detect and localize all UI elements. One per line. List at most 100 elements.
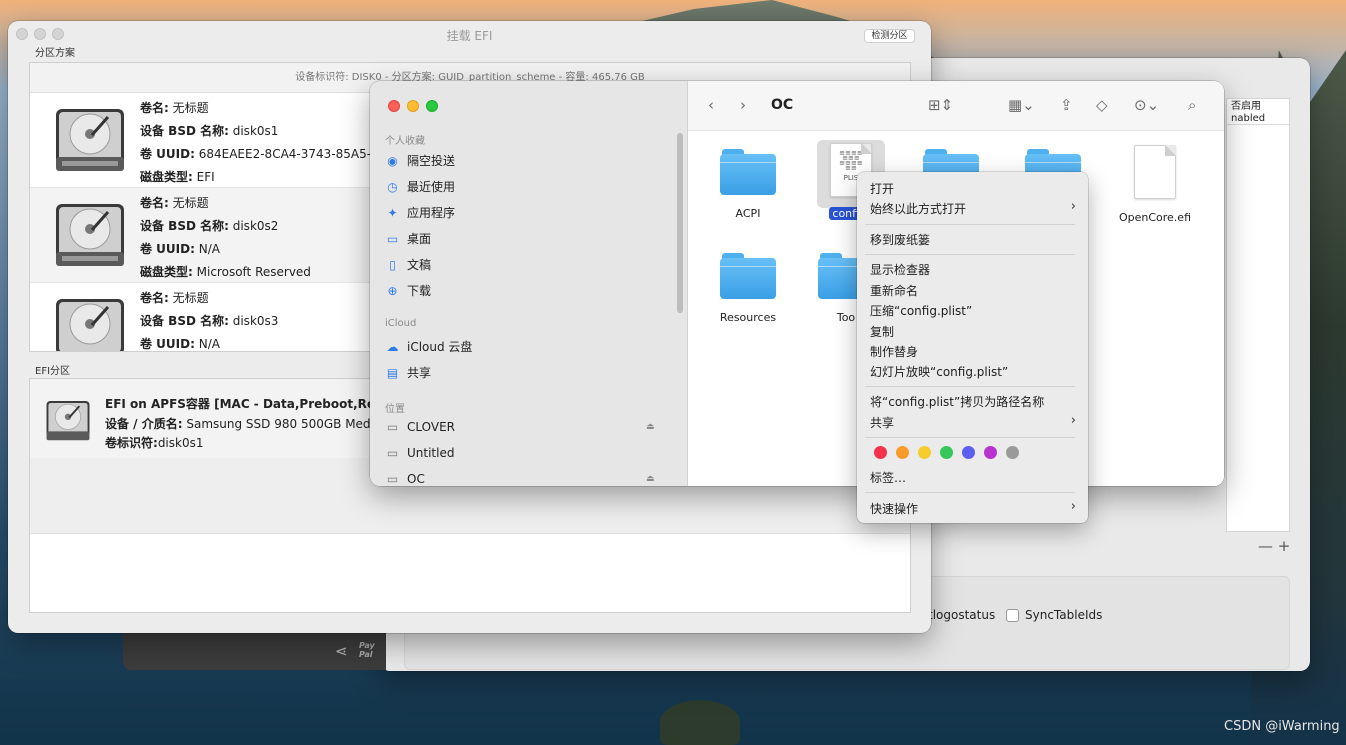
sidebar-item-downloads[interactable]: ⊕ 下载 [385, 282, 431, 299]
option-synctableids-label: SyncTableIds [1025, 608, 1103, 622]
file-item-acpi[interactable]: ACPI [705, 149, 791, 220]
menu-item-label: 始终以此方式打开 [870, 202, 967, 216]
menu-item-open-with[interactable]: 始终以此方式打开 › [870, 199, 1076, 217]
menu-item-open[interactable]: 打开 [870, 180, 1076, 197]
menu-item-show-inspector[interactable]: 显示检查器 [870, 261, 930, 278]
menu-item-quick-actions[interactable]: 快速操作 › [870, 499, 1076, 517]
column-header-enabled: 否启用 [1231, 101, 1261, 112]
sidebar-item-icloud-drive[interactable]: ☁ iCloud 云盘 [385, 338, 473, 355]
tag-color-red[interactable] [874, 446, 887, 459]
share-icon[interactable]: ⇪ [1060, 96, 1073, 114]
volume-uuid: N/A [198, 337, 220, 351]
minimize-button[interactable] [407, 100, 419, 112]
group-icon[interactable]: ▦⌄ [1008, 96, 1035, 114]
folder-icon [720, 253, 776, 299]
folder-icon [720, 149, 776, 195]
menu-separator [865, 254, 1075, 255]
menu-item-tags[interactable]: 标签… [870, 469, 906, 486]
sidebar-item-label: OC [407, 472, 425, 486]
window-title: 挂载 EFI [446, 29, 493, 43]
volume-uuid: 684EAEE2-8CA4-3743-85A5-4 [198, 147, 379, 161]
paypal-icon[interactable]: Pay Pal [359, 641, 375, 659]
menu-item-label: 将“config.plist”拷贝为路径名称 [870, 395, 1045, 409]
clock-icon: ◷ [387, 179, 398, 194]
sidebar-item-applications[interactable]: ✦ 应用程序 [385, 204, 455, 221]
sidebar-item-recents[interactable]: ◷ 最近使用 [385, 178, 455, 195]
sidebar-scrollbar[interactable] [677, 133, 683, 313]
locations-header: 位置 [385, 404, 405, 415]
tag-color-gray[interactable] [1006, 446, 1019, 459]
tag-icon[interactable]: ◇ [1096, 96, 1108, 114]
menu-item-label: 显示检查器 [870, 263, 931, 277]
sidebar-item-shared[interactable]: ▤ 共享 [385, 364, 431, 381]
eject-icon[interactable]: ⏏ [646, 422, 655, 432]
tag-color-orange[interactable] [896, 446, 909, 459]
sidebar-item-clover[interactable]: ▭ CLOVER [385, 420, 455, 434]
menu-item-label: 幻灯片放映“config.plist” [870, 365, 1009, 379]
forward-icon[interactable]: › [740, 96, 746, 114]
type-label: 磁盘类型: [140, 265, 193, 279]
paypal-line2: Pal [359, 650, 373, 659]
hard-drive-icon [56, 299, 124, 351]
media-label: 设备 / 介质名: [105, 417, 183, 431]
menu-item-move-to-trash[interactable]: 移到废纸篓 [870, 231, 930, 248]
sidebar-item-label: 下载 [407, 284, 432, 298]
chevron-right-icon: › [1070, 413, 1076, 428]
cloud-icon: ☁ [386, 339, 399, 354]
menu-item-duplicate[interactable]: 复制 [870, 323, 894, 340]
add-remove-buttons[interactable]: — + [1258, 537, 1290, 555]
view-grid-icon[interactable]: ⊞⇕ [928, 96, 953, 114]
menu-item-label: 重新命名 [870, 284, 919, 298]
desktop-icon: ▭ [386, 231, 399, 246]
file-item-opencore-efi[interactable]: OpenCore.efi [1112, 145, 1198, 224]
close-button[interactable] [388, 100, 400, 112]
bsd-label: 设备 BSD 名称: [140, 219, 229, 233]
menu-item-label: 标签… [870, 471, 907, 485]
tag-color-green[interactable] [940, 446, 953, 459]
airdrop-icon: ◉ [387, 153, 398, 168]
eject-icon[interactable]: ⏏ [646, 474, 655, 484]
hard-drive-icon [56, 204, 124, 266]
back-icon[interactable]: ‹ [708, 96, 714, 114]
menu-item-label: 打开 [870, 182, 895, 196]
menu-separator [865, 492, 1075, 493]
more-actions-icon[interactable]: ⊙⌄ [1134, 96, 1159, 114]
option-logostatus-label: tlogostatus [928, 608, 996, 622]
drive-icon: ▭ [386, 420, 399, 434]
file-name: OpenCore.efi [1118, 211, 1192, 224]
menu-item-compress[interactable]: 压缩“config.plist” [870, 302, 972, 319]
folder-title: OC [771, 97, 794, 113]
menu-item-share[interactable]: 共享 › [870, 413, 1076, 431]
file-name: ACPI [735, 207, 761, 220]
document-icon: ▯ [389, 257, 396, 272]
synctableids-checkbox[interactable] [1006, 609, 1019, 622]
sidebar-item-untitled[interactable]: ▭ Untitled [385, 446, 455, 460]
sidebar-item-label: Untitled [407, 446, 455, 460]
bsd-name: disk0s1 [232, 124, 279, 138]
hard-drive-icon [46, 401, 90, 441]
finder-sidebar: 个人收藏 ◉ 隔空投送 ◷ 最近使用 ✦ 应用程序 ▭ 桌面 ▯ 文稿 ⊕ 下载 iClou… [370, 81, 688, 486]
search-icon[interactable]: ⌕ [1188, 96, 1196, 114]
menu-item-make-alias[interactable]: 制作替身 [870, 343, 918, 360]
tag-color-blue[interactable] [962, 446, 975, 459]
watermark: CSDN @iWarming [1224, 719, 1340, 734]
menu-item-label: 复制 [870, 325, 895, 339]
detect-partitions-button[interactable]: 检测分区 [864, 29, 915, 43]
zoom-button[interactable] [426, 100, 438, 112]
menu-separator [865, 224, 1075, 225]
chevron-right-icon: › [1070, 199, 1076, 214]
tag-color-purple[interactable] [984, 446, 997, 459]
tag-color-yellow[interactable] [918, 446, 931, 459]
menu-item-copy-pathname[interactable]: 将“config.plist”拷贝为路径名称 [870, 393, 1044, 410]
file-item-resources[interactable]: Resources [705, 253, 791, 324]
sidebar-item-airdrop[interactable]: ◉ 隔空投送 [385, 152, 455, 169]
sidebar-item-label: CLOVER [407, 420, 455, 434]
sidebar-item-oc[interactable]: ▭ OC [385, 472, 425, 486]
share-icon[interactable]: ⋖ [335, 642, 348, 660]
config-table[interactable]: 否启用 nabled [1226, 98, 1290, 532]
menu-item-rename[interactable]: 重新命名 [870, 282, 918, 299]
sidebar-item-desktop[interactable]: ▭ 桌面 [385, 230, 431, 247]
menu-item-slideshow[interactable]: 幻灯片放映“config.plist” [870, 363, 1008, 380]
sidebar-item-documents[interactable]: ▯ 文稿 [385, 256, 431, 273]
name-label: 卷名: [140, 101, 169, 115]
